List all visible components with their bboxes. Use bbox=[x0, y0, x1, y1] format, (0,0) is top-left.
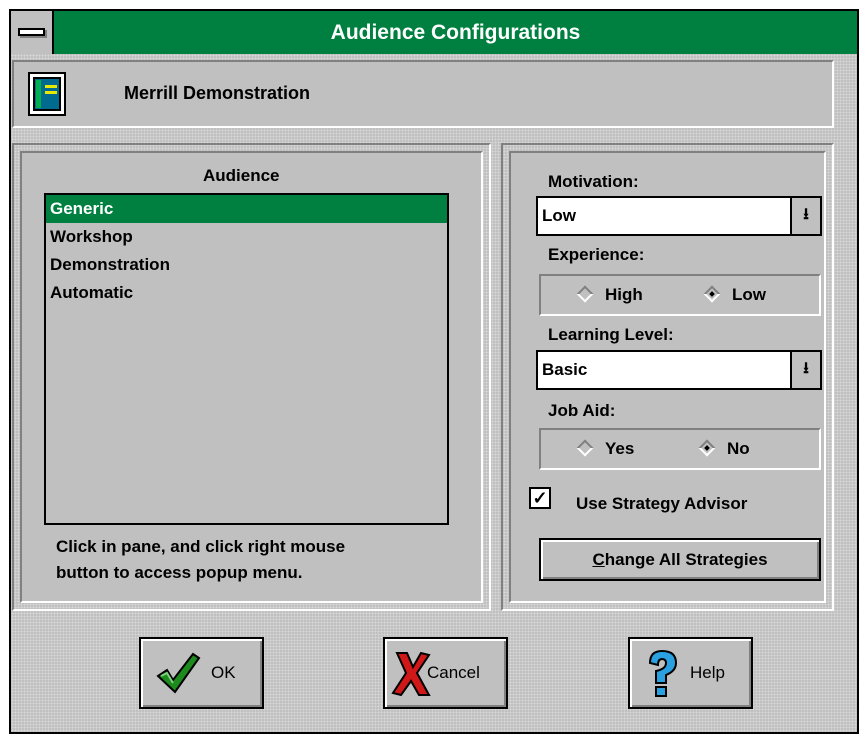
cancel-label: Cancel bbox=[427, 663, 480, 682]
radio-diamond-icon bbox=[576, 439, 594, 457]
learning-level-label: Learning Level: bbox=[548, 325, 674, 344]
help-button[interactable]: Help bbox=[628, 637, 753, 709]
list-item-automatic[interactable]: Automatic bbox=[46, 279, 447, 307]
motivation-select[interactable]: Low ⭳ bbox=[536, 196, 822, 236]
motivation-value: Low bbox=[542, 206, 576, 225]
dropdown-arrow-icon[interactable]: ⭳ bbox=[790, 198, 820, 234]
hint-line-1: Click in pane, and click right mouse bbox=[56, 537, 346, 556]
job-aid-yes-radio[interactable]: Yes bbox=[576, 436, 634, 462]
list-item-workshop[interactable]: Workshop bbox=[46, 223, 447, 251]
question-mark-icon bbox=[648, 649, 678, 697]
experience-low-radio[interactable]: Low bbox=[703, 282, 766, 308]
presentation-header: Merrill Demonstration bbox=[12, 60, 834, 128]
list-item-generic[interactable]: Generic bbox=[46, 195, 447, 223]
radio-diamond-icon bbox=[576, 285, 594, 303]
red-x-icon bbox=[391, 651, 431, 697]
checkmark-icon bbox=[156, 652, 201, 694]
window-title: Audience Configurations bbox=[330, 21, 581, 44]
presentation-name: Merrill Demonstration bbox=[124, 83, 311, 103]
job-aid-no-radio[interactable]: No bbox=[698, 436, 750, 462]
audience-list[interactable]: Generic Workshop Demonstration Automatic bbox=[44, 193, 449, 525]
change-all-strategies-button[interactable]: Change All Strategies bbox=[539, 538, 821, 581]
ok-label: OK bbox=[211, 663, 236, 682]
experience-high-radio[interactable]: High bbox=[576, 282, 643, 308]
list-item-demonstration[interactable]: Demonstration bbox=[46, 251, 447, 279]
title-bar: Audience Configurations bbox=[11, 11, 857, 56]
system-menu-icon[interactable] bbox=[11, 11, 54, 54]
learning-level-value: Basic bbox=[542, 360, 588, 379]
book-icon bbox=[28, 72, 66, 116]
learning-level-select[interactable]: Basic ⭳ bbox=[536, 350, 822, 390]
strategy-advisor-checkbox[interactable]: ✓ bbox=[529, 487, 551, 509]
job-aid-radio-group: Yes No bbox=[539, 428, 821, 470]
strategy-advisor-label: Use Strategy Advisor bbox=[576, 494, 748, 513]
experience-radio-group: High Low bbox=[539, 274, 821, 316]
dropdown-arrow-icon[interactable]: ⭳ bbox=[790, 352, 820, 388]
audience-label: Audience bbox=[203, 166, 280, 185]
hint-line-2: button to access popup menu. bbox=[56, 563, 303, 582]
help-label: Help bbox=[690, 663, 725, 682]
job-aid-label: Job Aid: bbox=[548, 401, 616, 420]
cancel-button[interactable]: Cancel bbox=[383, 637, 508, 709]
radio-diamond-selected-icon bbox=[703, 285, 721, 303]
ok-button[interactable]: OK bbox=[139, 637, 264, 709]
experience-label: Experience: bbox=[548, 245, 645, 264]
motivation-label: Motivation: bbox=[548, 172, 639, 191]
radio-diamond-selected-icon bbox=[698, 439, 716, 457]
